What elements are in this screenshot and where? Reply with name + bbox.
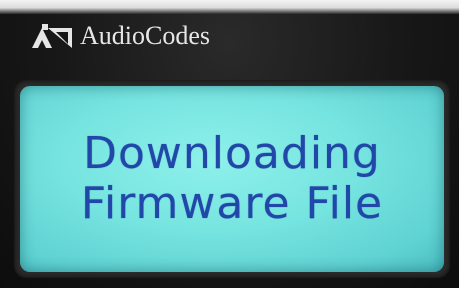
- lcd-screen: Downloading Firmware File: [20, 86, 444, 272]
- brand-header: AudioCodes: [30, 22, 210, 50]
- lcd-message: Downloading Firmware File: [20, 86, 444, 272]
- device-photo: AudioCodes Downloading Firmware File: [0, 0, 459, 288]
- brand-name: AudioCodes: [80, 21, 210, 50]
- audiocodes-logo-icon: [32, 24, 72, 48]
- background-paper: [0, 0, 459, 14]
- lcd-line-1: Downloading: [83, 127, 381, 179]
- lcd-line-2: Firmware File: [80, 178, 384, 229]
